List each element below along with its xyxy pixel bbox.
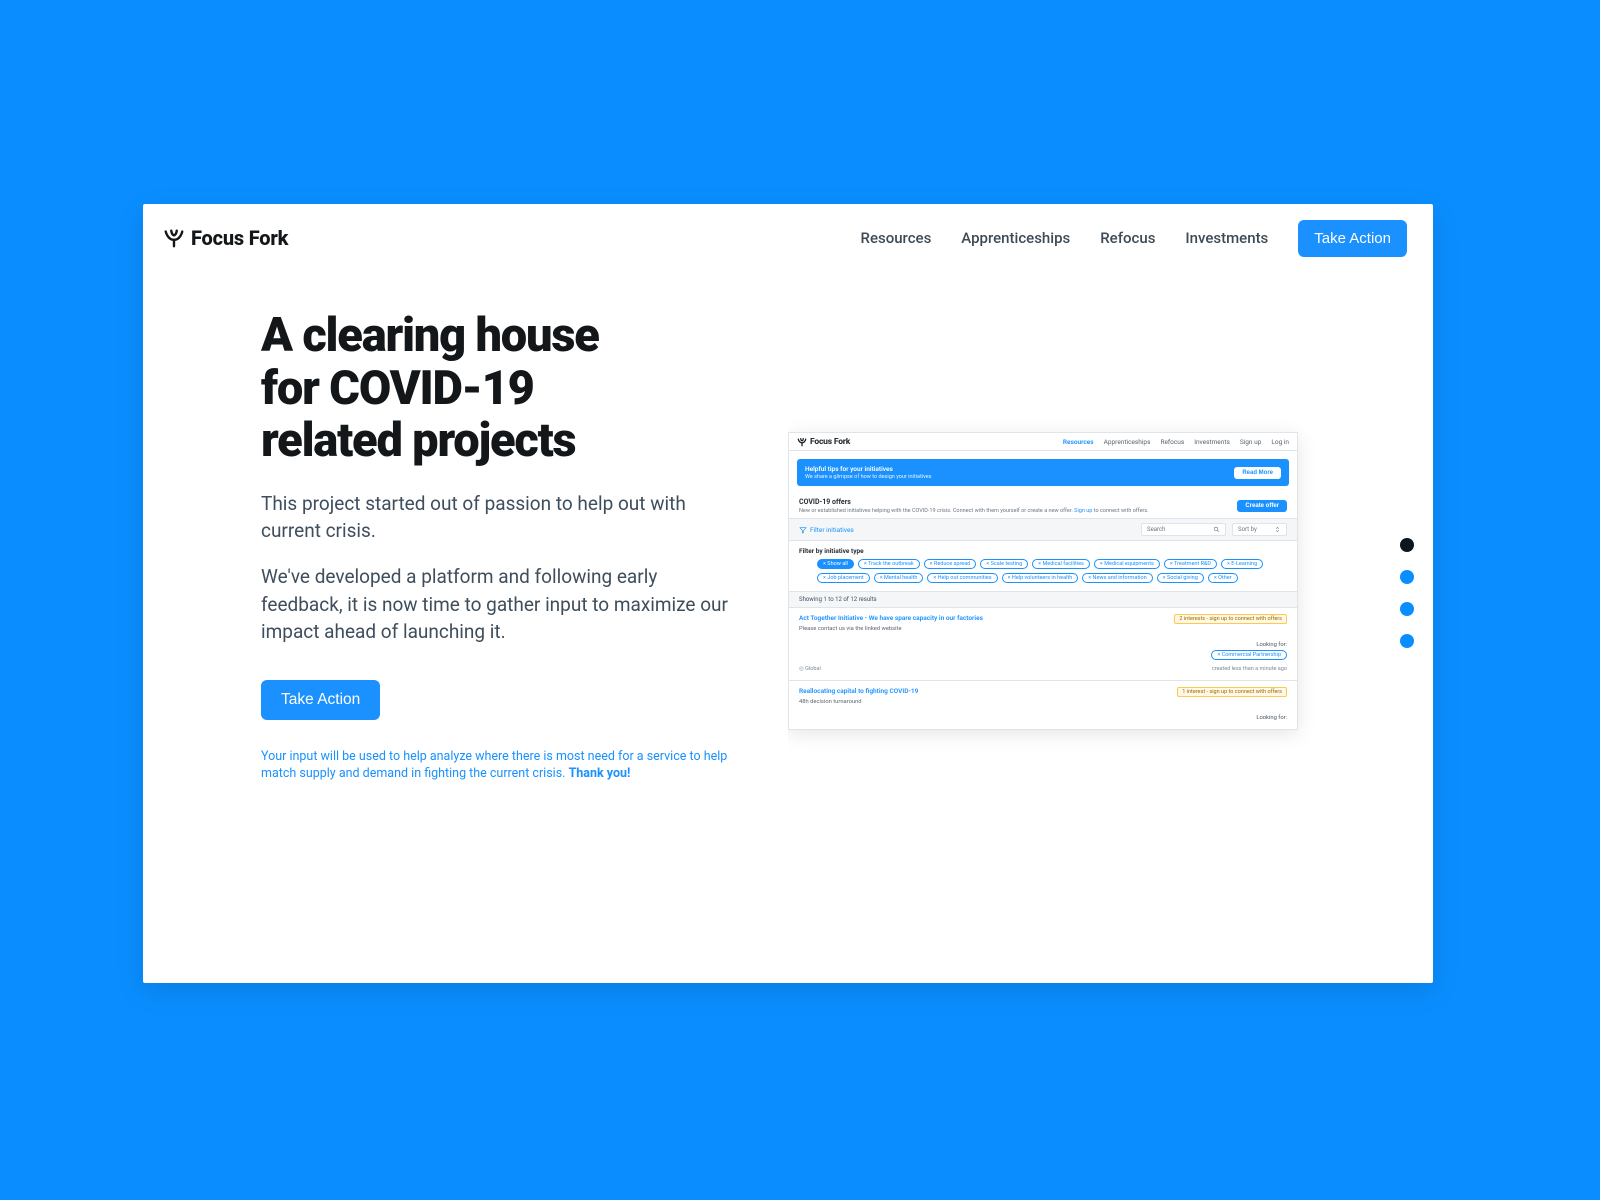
search-icon bbox=[1213, 526, 1220, 533]
site-header: Focus Fork Resources Apprenticeships Ref… bbox=[143, 204, 1433, 272]
page-dot[interactable] bbox=[1400, 602, 1414, 616]
preview-item-looking: Looking for: × Commercial Partnership bbox=[799, 642, 1287, 660]
preview-result-bar: Showing 1 to 12 of 12 results bbox=[789, 591, 1297, 608]
preview-item-look-chip: × Commercial Partnership bbox=[1211, 650, 1287, 660]
preview-item-sub: Please contact us via the linked website bbox=[799, 626, 1287, 632]
preview-sort-select[interactable]: Sort by bbox=[1232, 523, 1287, 536]
preview-nav-item[interactable]: Resources bbox=[1063, 438, 1094, 446]
preview-nav-item[interactable]: Refocus bbox=[1160, 438, 1184, 446]
preview-filter-chip[interactable]: × Job placement bbox=[817, 573, 870, 583]
preview-filter-chip[interactable]: × News and information bbox=[1082, 573, 1152, 583]
preview-banner-title: Helpful tips for your initiatives bbox=[805, 465, 932, 473]
preview-nav-item[interactable]: Apprenticeships bbox=[1104, 438, 1151, 446]
chevron-up-down-icon bbox=[1274, 526, 1281, 533]
page-dot[interactable] bbox=[1400, 634, 1414, 648]
preview-item-badge: 1 interest - sign up to connect with off… bbox=[1177, 687, 1287, 697]
nav-cta-button[interactable]: Take Action bbox=[1298, 220, 1407, 257]
preview-filter-chip[interactable]: × Mental health bbox=[874, 573, 924, 583]
preview-banner-sub: We share a glimpse of how to design your… bbox=[805, 474, 932, 480]
preview-section-title: COVID-19 offers bbox=[799, 498, 1149, 506]
preview-result-item[interactable]: Act Together Initiative - We have spare … bbox=[789, 608, 1297, 681]
preview-read-more-button[interactable]: Read More bbox=[1234, 467, 1281, 479]
preview-search-input[interactable]: Search bbox=[1141, 523, 1226, 536]
hero-preview-column: Focus Fork Resources Apprenticeships Ref… bbox=[788, 272, 1433, 983]
preview-item-title: Act Together Initiative - We have spare … bbox=[799, 614, 983, 624]
preview-filter-title: Filter by initiative type bbox=[799, 547, 1287, 555]
preview-filter-chip[interactable]: × Scale testing bbox=[980, 559, 1028, 569]
preview-toolbar: Filter initiatives Search Sort by bbox=[789, 518, 1297, 541]
preview-create-offer-button[interactable]: Create offer bbox=[1237, 500, 1287, 512]
hero-footnote: Your input will be used to help analyze … bbox=[261, 748, 736, 783]
hero-headline: A clearing house for COVID-19 related pr… bbox=[261, 310, 758, 468]
preview-filter-link[interactable]: Filter initiatives bbox=[799, 526, 854, 534]
preview-item-time: created less than a minute ago bbox=[1212, 666, 1287, 672]
preview-filter-chip[interactable]: × Social giving bbox=[1157, 573, 1204, 583]
preview-item-title: Reallocating capital to fighting COVID-1… bbox=[799, 687, 918, 697]
brand-logo[interactable]: Focus Fork bbox=[163, 226, 288, 250]
hero-cta-button[interactable]: Take Action bbox=[261, 680, 380, 720]
preview-filter-chip[interactable]: × Medical facilities bbox=[1032, 559, 1090, 569]
preview-header: Focus Fork Resources Apprenticeships Ref… bbox=[789, 433, 1297, 451]
preview-nav-item[interactable]: Log in bbox=[1271, 438, 1289, 446]
preview-brand: Focus Fork bbox=[797, 437, 850, 447]
hero-para-2: We've developed a platform and following… bbox=[261, 563, 731, 646]
preview-filter-chip[interactable]: × Help out communities bbox=[927, 573, 997, 583]
preview-signup-link[interactable]: Sign up bbox=[1074, 508, 1092, 514]
preview-result-item[interactable]: Reallocating capital to fighting COVID-1… bbox=[789, 681, 1297, 729]
preview-filter-chip[interactable]: × Show all bbox=[817, 559, 854, 569]
nav-refocus[interactable]: Refocus bbox=[1100, 229, 1155, 247]
preview-item-location: ◎ Global bbox=[799, 666, 821, 672]
nav-resources[interactable]: Resources bbox=[861, 229, 932, 247]
preview-item-badge: 2 interests - sign up to connect with of… bbox=[1174, 614, 1287, 624]
preview-item-sub: 48h decision turnaround bbox=[799, 699, 1287, 705]
preview-filter-chip[interactable]: × Track the outbreak bbox=[858, 559, 920, 569]
preview-filter-chip[interactable]: × Treatment R&D bbox=[1164, 559, 1217, 569]
preview-filter-chip[interactable]: × Help volunteers in health bbox=[1002, 573, 1079, 583]
preview-filter-chip[interactable]: × Medical equipments bbox=[1094, 559, 1160, 569]
preview-filter-chip[interactable]: × Reduce spread bbox=[924, 559, 977, 569]
page-dot[interactable] bbox=[1400, 538, 1414, 552]
preview-nav: Resources Apprenticeships Refocus Invest… bbox=[1063, 438, 1289, 446]
preview-nav-item[interactable]: Investments bbox=[1194, 438, 1230, 446]
product-preview: Focus Fork Resources Apprenticeships Ref… bbox=[788, 432, 1298, 730]
filter-icon bbox=[799, 526, 807, 534]
preview-filter-chip[interactable]: × Other bbox=[1208, 573, 1238, 583]
landing-card: Focus Fork Resources Apprenticeships Ref… bbox=[143, 204, 1433, 983]
nav-apprenticeships[interactable]: Apprenticeships bbox=[961, 229, 1070, 247]
brand-mark-icon bbox=[797, 437, 807, 447]
hero-copy: A clearing house for COVID-19 related pr… bbox=[143, 272, 788, 983]
preview-filter-chip[interactable]: × E-Learning bbox=[1221, 559, 1263, 569]
nav-investments[interactable]: Investments bbox=[1185, 229, 1268, 247]
page-dots bbox=[1400, 538, 1414, 648]
brand-mark-icon bbox=[163, 227, 185, 249]
preview-filter-box: Filter by initiative type × Show all × Tr… bbox=[789, 541, 1297, 591]
hero: A clearing house for COVID-19 related pr… bbox=[143, 272, 1433, 983]
preview-section-sub: New or established initiatives helping w… bbox=[799, 508, 1149, 514]
preview-item-looking: Looking for: bbox=[799, 715, 1287, 721]
preview-tips-banner: Helpful tips for your initiatives We sha… bbox=[797, 459, 1289, 486]
preview-nav-item[interactable]: Sign up bbox=[1240, 438, 1262, 446]
brand-name: Focus Fork bbox=[191, 226, 288, 250]
page-dot[interactable] bbox=[1400, 570, 1414, 584]
hero-para-1: This project started out of passion to h… bbox=[261, 490, 731, 545]
preview-section: COVID-19 offers New or established initi… bbox=[789, 494, 1297, 518]
primary-nav: Resources Apprenticeships Refocus Invest… bbox=[861, 220, 1408, 257]
preview-filter-chips: × Show all × Track the outbreak × Reduce s… bbox=[799, 559, 1287, 583]
